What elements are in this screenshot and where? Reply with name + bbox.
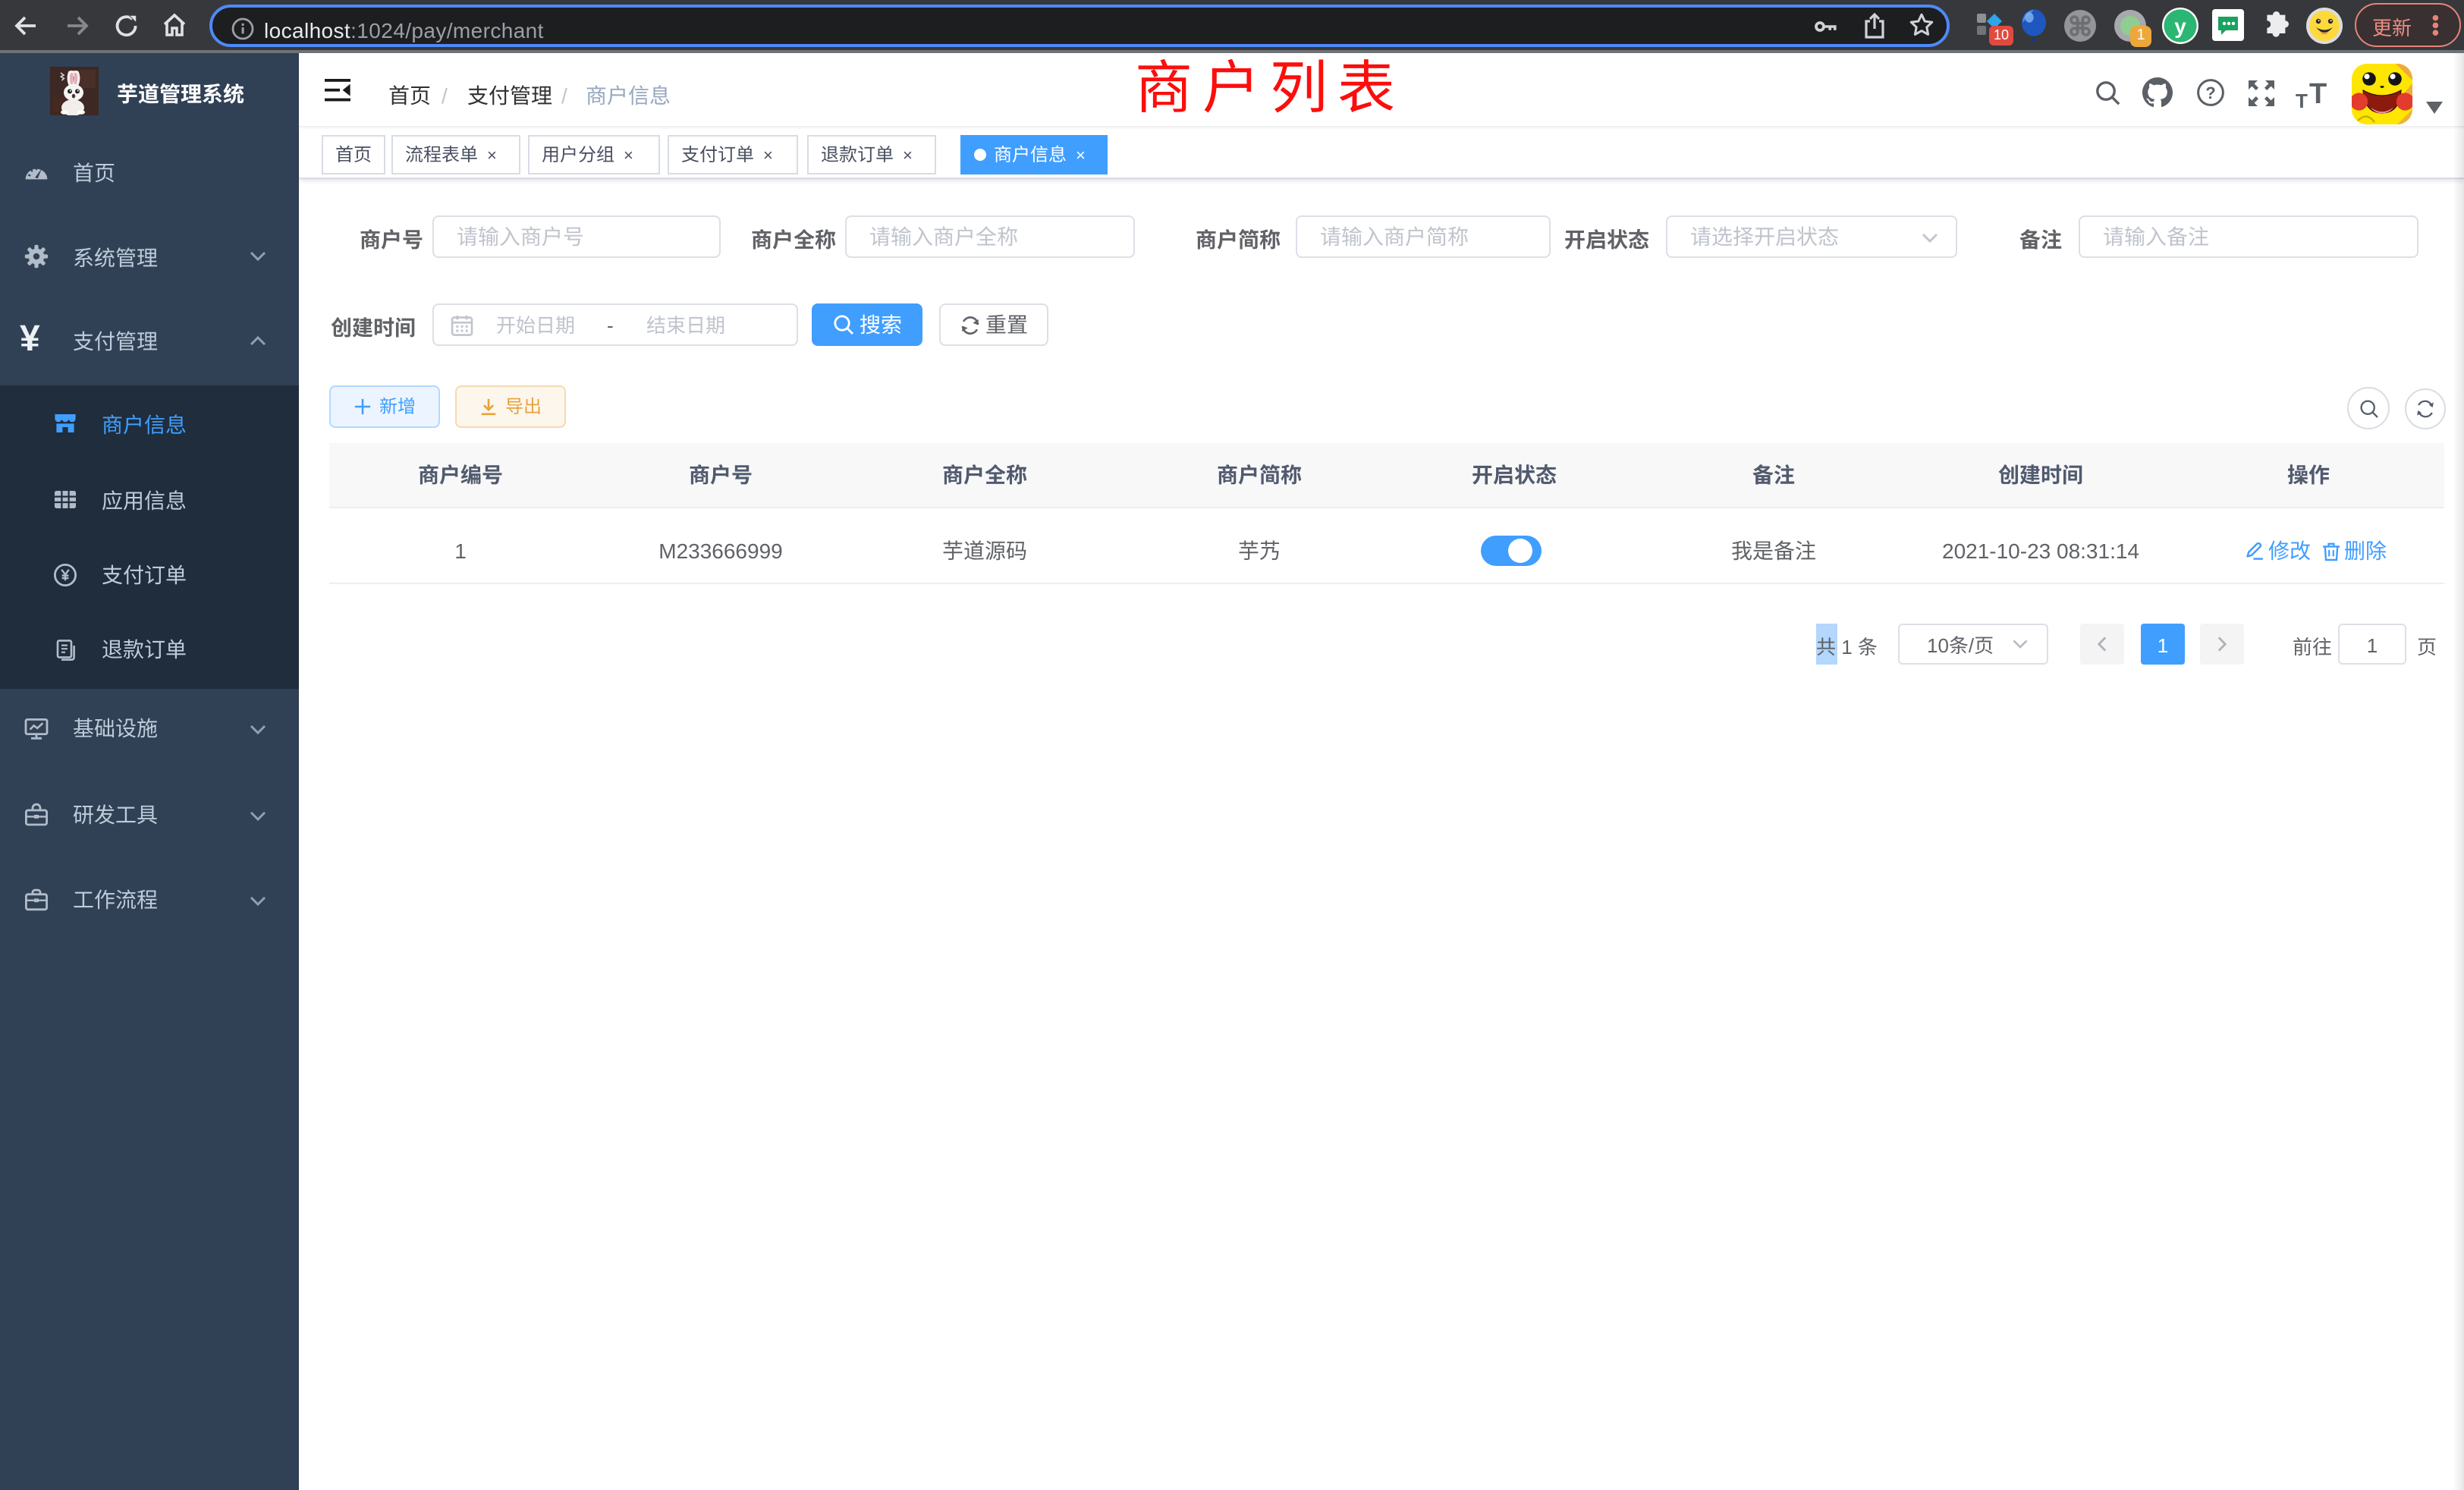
svg-text:y: y xyxy=(2174,14,2186,38)
svg-text:?: ? xyxy=(2205,83,2215,102)
